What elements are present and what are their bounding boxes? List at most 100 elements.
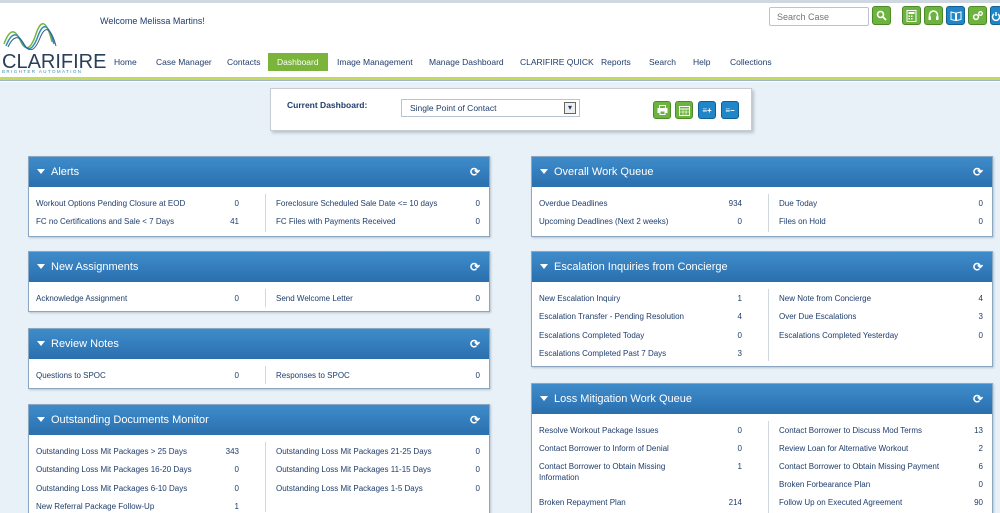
list-item[interactable]: Files on Hold: [779, 217, 826, 229]
list-item[interactable]: Responses to SPOC: [276, 371, 350, 383]
calendar-button[interactable]: [675, 101, 693, 119]
search-button[interactable]: [872, 6, 891, 25]
collapse-caret-icon[interactable]: [37, 417, 45, 422]
search-icon: [876, 10, 887, 21]
nav-home[interactable]: Home: [105, 53, 146, 71]
item-count: 6: [978, 462, 983, 471]
list-item[interactable]: Contact Borrower to Inform of Denial: [539, 444, 669, 456]
list-item[interactable]: Review Loan for Alternative Workout: [779, 444, 908, 456]
list-item[interactable]: New Referral Package Follow-Up: [36, 502, 154, 513]
list-item[interactable]: Outstanding Loss Mit Packages 21-25 Days: [276, 447, 432, 459]
collapse-caret-icon[interactable]: [540, 264, 548, 269]
refresh-icon[interactable]: ⟳: [470, 260, 480, 274]
list-item[interactable]: Contact Borrower to Obtain Missing Payme…: [779, 462, 939, 474]
nav-clarifire-quick[interactable]: CLARIFIRE QUICK: [511, 53, 603, 71]
list-item[interactable]: Questions to SPOC: [36, 371, 106, 383]
list-item[interactable]: Due Today: [779, 199, 817, 211]
nav-collections[interactable]: Collections: [721, 53, 781, 71]
collapse-caret-icon[interactable]: [37, 341, 45, 346]
list-item[interactable]: Resolve Workout Package Issues: [539, 426, 658, 438]
item-count: 0: [978, 217, 983, 226]
nav-contacts[interactable]: Contacts: [218, 53, 270, 71]
nav-reports[interactable]: Reports: [592, 53, 640, 71]
power-icon: [991, 11, 1000, 21]
list-item[interactable]: FC no Certifications and Sale < 7 Days: [36, 217, 174, 229]
calendar-icon: [678, 105, 690, 116]
item-count: 1: [234, 502, 239, 511]
panel-title: Escalation Inquiries from Concierge: [554, 261, 728, 273]
list-item[interactable]: Outstanding Loss Mit Packages > 25 Days: [36, 447, 187, 459]
calculator-icon: [906, 9, 917, 22]
item-count: 0: [978, 199, 983, 208]
dashboard-select[interactable]: Single Point of Contact ▾: [401, 99, 580, 117]
support-button[interactable]: [924, 6, 943, 25]
list-item[interactable]: Escalations Completed Past 7 Days: [539, 349, 666, 361]
list-item[interactable]: FC Files with Payments Received: [276, 217, 396, 229]
nav-help[interactable]: Help: [684, 53, 719, 71]
expand-all-button[interactable]: ≡+: [698, 101, 716, 119]
collapse-caret-icon[interactable]: [540, 169, 548, 174]
collapse-list-icon: ≡−: [725, 105, 735, 115]
collapse-all-button[interactable]: ≡−: [721, 101, 739, 119]
refresh-icon[interactable]: ⟳: [973, 260, 983, 274]
list-item[interactable]: Outstanding Loss Mit Packages 11-15 Days: [276, 465, 431, 477]
list-item[interactable]: Foreclosure Scheduled Sale Date <= 10 da…: [276, 199, 437, 211]
list-item[interactable]: New Escalation Inquiry: [539, 294, 620, 306]
list-item[interactable]: Outstanding Loss Mit Packages 1-5 Days: [276, 484, 423, 496]
column-divider: [768, 289, 769, 361]
item-count: 0: [234, 465, 239, 474]
panel-review-notes-header[interactable]: Review Notes ⟳: [29, 329, 489, 359]
panel-escalation-inquiries-header[interactable]: Escalation Inquiries from Concierge ⟳: [532, 252, 992, 282]
collapse-caret-icon[interactable]: [540, 396, 548, 401]
list-item[interactable]: Send Welcome Letter: [276, 294, 353, 306]
refresh-icon[interactable]: ⟳: [470, 165, 480, 179]
item-count: 0: [737, 331, 742, 340]
list-item[interactable]: Escalation Transfer - Pending Resolution: [539, 312, 684, 324]
list-item[interactable]: Broken Repayment Plan: [539, 498, 626, 510]
list-item[interactable]: Follow Up on Executed Agreement: [779, 498, 902, 510]
manual-button[interactable]: [946, 6, 965, 25]
panel-loss-mitigation-header[interactable]: Loss Mitigation Work Queue ⟳: [532, 384, 992, 414]
list-item[interactable]: Contact Borrower to Discuss Mod Terms: [779, 426, 922, 438]
nav-manage-dashboard[interactable]: Manage Dashboard: [420, 53, 513, 71]
refresh-icon[interactable]: ⟳: [973, 165, 983, 179]
nav-search[interactable]: Search: [640, 53, 685, 71]
list-item[interactable]: Workout Options Pending Closure at EOD: [36, 199, 185, 211]
settings-button[interactable]: [968, 6, 987, 25]
list-item[interactable]: Outstanding Loss Mit Packages 6-10 Days: [36, 484, 187, 496]
list-item-continued[interactable]: Information: [539, 473, 579, 485]
panel-overall-work-queue-header[interactable]: Overall Work Queue ⟳: [532, 157, 992, 187]
panel-outstanding-documents-header[interactable]: Outstanding Documents Monitor ⟳: [29, 405, 489, 435]
list-item[interactable]: Overdue Deadlines: [539, 199, 607, 211]
search-case-input[interactable]: [769, 7, 869, 26]
panel-alerts-header[interactable]: Alerts ⟳: [29, 157, 489, 187]
list-item[interactable]: Outstanding Loss Mit Packages 16-20 Days: [36, 465, 192, 477]
refresh-icon[interactable]: ⟳: [470, 413, 480, 427]
collapse-caret-icon[interactable]: [37, 264, 45, 269]
list-item[interactable]: Upcoming Deadlines (Next 2 weeks): [539, 217, 668, 229]
list-item[interactable]: Escalations Completed Yesterday: [779, 331, 898, 343]
list-item[interactable]: Broken Forbearance Plan: [779, 480, 870, 492]
headset-icon: [928, 10, 939, 20]
item-count: 0: [737, 426, 742, 435]
power-button[interactable]: [990, 6, 1000, 25]
calculator-button[interactable]: [902, 6, 921, 25]
panel-title: Alerts: [51, 166, 80, 178]
nav-image-management[interactable]: Image Management: [328, 53, 422, 71]
panel-new-assignments-header[interactable]: New Assignments ⟳: [29, 252, 489, 282]
nav-dashboard[interactable]: Dashboard: [268, 53, 328, 71]
nav-case-manager[interactable]: Case Manager: [147, 53, 221, 71]
list-item[interactable]: New Note from Concierge: [779, 294, 871, 306]
list-item[interactable]: Over Due Escalations: [779, 312, 856, 324]
refresh-icon[interactable]: ⟳: [470, 337, 480, 351]
list-item[interactable]: Escalations Completed Today: [539, 331, 644, 343]
item-count: 0: [737, 217, 742, 226]
list-item[interactable]: Acknowledge Assignment: [36, 294, 127, 306]
refresh-icon[interactable]: ⟳: [973, 392, 983, 406]
panel-title: Loss Mitigation Work Queue: [554, 393, 692, 405]
item-count: 13: [974, 426, 983, 435]
welcome-message: Welcome Melissa Martins!: [100, 16, 205, 26]
print-button[interactable]: [653, 101, 671, 119]
column-divider: [768, 421, 769, 513]
collapse-caret-icon[interactable]: [37, 169, 45, 174]
